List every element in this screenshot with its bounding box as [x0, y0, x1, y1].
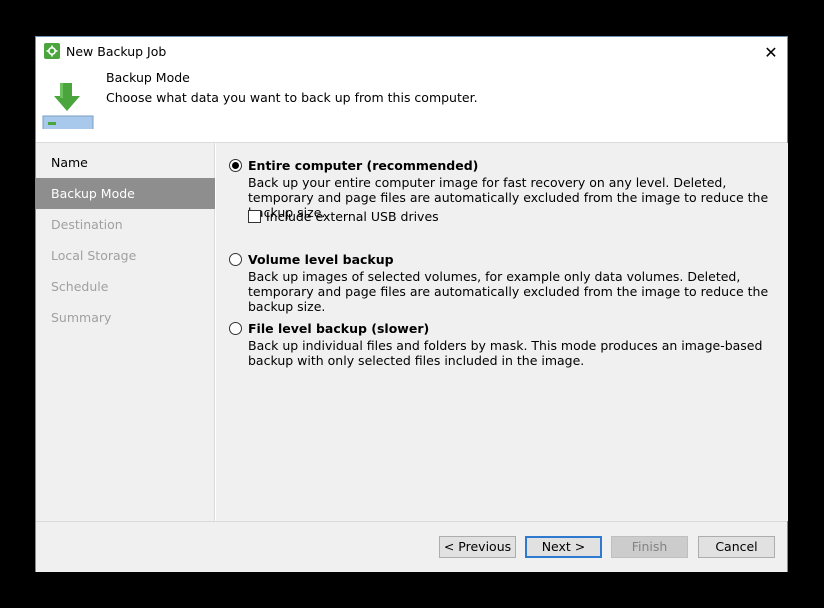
include-usb-checkbox[interactable]: [248, 210, 261, 223]
file-level-radio[interactable]: [229, 322, 242, 335]
next-button[interactable]: Next >: [525, 536, 602, 558]
sidebar-item-name[interactable]: Name: [36, 147, 214, 178]
sidebar-item-summary: Summary: [51, 310, 112, 325]
sidebar-item-local-storage: Local Storage: [51, 248, 137, 263]
finish-button: Finish: [611, 536, 688, 558]
entire-computer-radio[interactable]: [229, 159, 242, 172]
window-title: New Backup Job: [66, 44, 167, 59]
step-title: Backup Mode: [106, 70, 190, 85]
close-button[interactable]: ✕: [755, 37, 787, 67]
wizard-steps-nav: Name Backup Mode Destination Local Stora…: [36, 143, 215, 521]
sidebar-item-schedule: Schedule: [51, 279, 109, 294]
option-title[interactable]: File level backup (slower): [248, 321, 429, 336]
wizard-footer: < Previous Next > Finish Cancel: [36, 521, 787, 572]
cancel-button[interactable]: Cancel: [698, 536, 775, 558]
option-title[interactable]: Volume level backup: [248, 252, 394, 267]
include-usb-label[interactable]: Include external USB drives: [266, 209, 439, 224]
volume-level-radio[interactable]: [229, 253, 242, 266]
step-subtitle: Choose what data you want to back up fro…: [106, 90, 478, 105]
new-backup-job-dialog: New Backup Job ✕ Backup Mode Choose what…: [35, 36, 788, 572]
previous-button[interactable]: < Previous: [439, 536, 516, 558]
option-title[interactable]: Entire computer (recommended): [248, 158, 478, 173]
wizard-header: Backup Mode Choose what data you want to…: [36, 67, 787, 142]
close-icon: ✕: [764, 42, 778, 62]
veeam-gear-icon: [44, 43, 60, 59]
backup-mode-panel: Entire computer (recommended) Back up yo…: [216, 143, 788, 521]
sidebar-item-backup-mode[interactable]: Backup Mode: [36, 178, 215, 209]
title-bar: New Backup Job ✕: [36, 37, 787, 67]
option-description: Back up individual files and folders by …: [248, 338, 763, 368]
sidebar-item-destination: Destination: [51, 217, 123, 232]
option-description: Back up images of selected volumes, for …: [248, 269, 769, 314]
download-to-drive-icon: [42, 83, 94, 129]
